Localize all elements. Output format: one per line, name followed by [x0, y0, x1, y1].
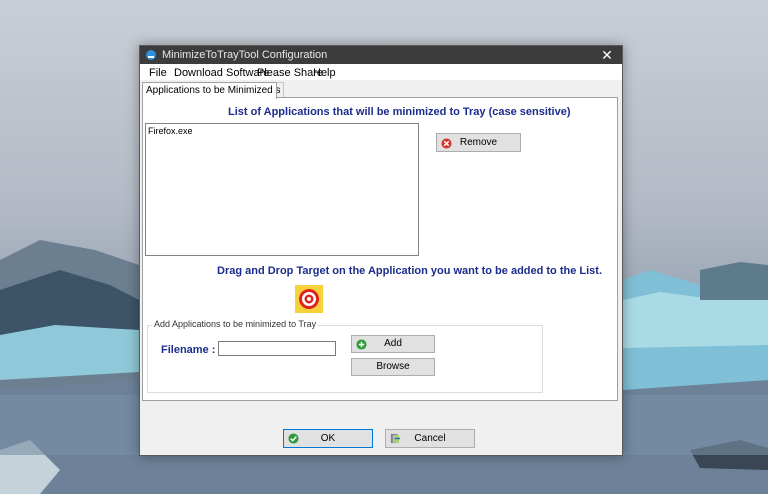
add-icon: [356, 339, 367, 350]
menu-file[interactable]: File: [149, 67, 167, 79]
menu-help[interactable]: Help: [313, 67, 336, 79]
add-applications-group: Add Applications to be minimized to Tray: [147, 325, 543, 393]
add-button-label: Add: [384, 338, 402, 349]
app-icon: [145, 49, 157, 61]
group-legend: Add Applications to be minimized to Tray: [152, 319, 318, 329]
menu-download-software[interactable]: Download Software: [174, 67, 269, 79]
tab-applications[interactable]: Applications to be Minimized: [142, 82, 277, 99]
ok-button-label: OK: [321, 433, 335, 444]
browse-button-label: Browse: [376, 361, 409, 372]
remove-button-label: Remove: [460, 137, 497, 148]
ok-icon: [288, 433, 299, 444]
remove-icon: [441, 138, 452, 149]
add-button[interactable]: Add: [351, 335, 435, 353]
remove-button[interactable]: Remove: [436, 133, 521, 152]
close-button[interactable]: ✕: [592, 46, 622, 64]
drag-drop-heading: Drag and Drop Target on the Application …: [217, 265, 602, 277]
title-bar[interactable]: MinimizeToTrayTool Configuration ✕: [140, 46, 622, 64]
filename-label: Filename :: [161, 344, 215, 356]
target-icon[interactable]: [295, 285, 323, 313]
cancel-button-label: Cancel: [414, 433, 445, 444]
config-window: MinimizeToTrayTool Configuration ✕ File …: [139, 45, 623, 456]
application-listbox[interactable]: Firefox.exe: [145, 123, 419, 256]
browse-button[interactable]: Browse: [351, 358, 435, 376]
filename-input[interactable]: [218, 341, 336, 356]
list-item[interactable]: Firefox.exe: [146, 124, 418, 138]
cancel-button[interactable]: Cancel: [385, 429, 475, 448]
window-title: MinimizeToTrayTool Configuration: [162, 49, 327, 61]
menu-bar: File Download Software Please Share Help: [140, 64, 622, 80]
ok-button[interactable]: OK: [283, 429, 373, 448]
list-heading: List of Applications that will be minimi…: [228, 106, 571, 118]
cancel-icon: [390, 433, 401, 444]
